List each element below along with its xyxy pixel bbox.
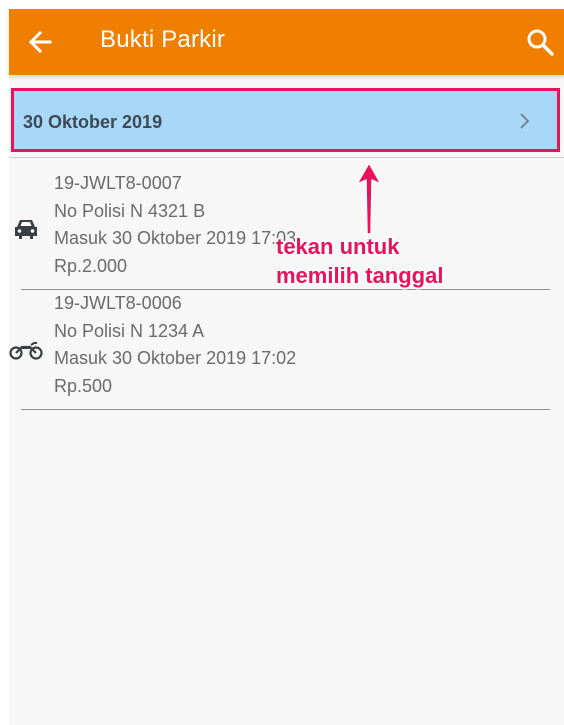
search-button[interactable] [523,25,557,59]
divider [9,157,564,158]
annotation-line: memilih tanggal [276,263,444,288]
search-icon [527,29,554,56]
date-selector-row: 30 Oktober 2019 [9,88,564,155]
divider [21,409,550,410]
ticket-code: 19-JWLT8-0007 [54,173,182,193]
page-title: Bukti Parkir [100,26,226,53]
selected-date: 30 Oktober 2019 [23,112,163,132]
annotation-arrow-icon [356,162,382,235]
ticket-list-item[interactable]: 19-JWLT8-0006 No Polisi N 1234 A Masuk 3… [9,290,564,410]
ticket-plate: No Polisi N 1234 A [54,320,205,341]
ticket-fee: Rp.500 [54,375,113,396]
ticket-plate: No Polisi N 4321 B [54,200,206,221]
motorcycle-icon [9,342,43,360]
ticket-entry-time: Masuk 30 Oktober 2019 17:03 [54,228,297,248]
annotation-line: tekan untuk [276,234,400,259]
date-selector[interactable]: 30 Oktober 2019 [11,88,560,152]
car-icon [15,220,37,239]
annotation-callout: tekan untuk memilih tanggal [276,232,443,290]
ticket-fee: Rp.2.000 [54,255,128,276]
arrow-left-icon [28,30,52,54]
chevron-right-icon [520,113,530,129]
back-button[interactable] [23,24,59,60]
ticket-code: 19-JWLT8-0006 [54,293,182,313]
app-bar: Bukti Parkir [9,9,564,75]
ticket-entry-time: Masuk 30 Oktober 2019 17:02 [54,348,297,368]
